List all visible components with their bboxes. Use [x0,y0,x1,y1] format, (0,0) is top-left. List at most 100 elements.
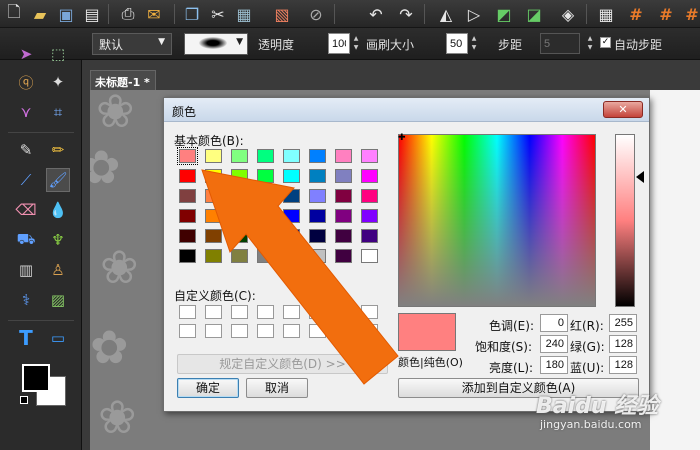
ok-button[interactable]: 确定 [177,378,239,398]
color-spectrum[interactable] [398,134,596,307]
warp-icon[interactable]: ◩ [492,2,516,26]
stamp-icon[interactable]: ♙ [46,258,70,282]
basic-color-swatch[interactable] [257,149,274,163]
basic-color-swatch[interactable] [309,249,326,263]
brush-icon[interactable]: 🖌 [46,168,70,192]
preset-select[interactable]: 默认 ▼ [92,33,172,55]
custom-color-swatch[interactable] [257,324,274,338]
grid-icon[interactable]: ▦ [594,2,618,26]
basic-color-swatch[interactable] [283,189,300,203]
layer-icon[interactable]: ▦ [232,2,256,26]
blur-drop-icon[interactable]: 💧 [46,198,70,222]
luminance-slider[interactable] [615,134,635,307]
blue-input[interactable] [609,356,637,374]
hash-icon[interactable]: # [654,2,678,26]
basic-color-swatch[interactable] [283,209,300,223]
select-pointer-icon[interactable]: ➤ [14,42,38,66]
luminance-arrow-icon[interactable] [636,171,644,183]
basic-color-swatch[interactable] [257,249,274,263]
text-tool-icon[interactable]: T [14,326,38,350]
eraser-icon[interactable]: ⌫ [14,198,38,222]
green-input[interactable] [609,335,637,353]
dialog-titlebar[interactable]: 颜色 ✕ [164,98,649,122]
custom-color-swatch[interactable] [335,305,352,319]
hue-input[interactable] [540,314,568,332]
reset-colors-icon[interactable] [20,396,28,404]
basic-color-swatch[interactable] [257,229,274,243]
basic-color-swatch[interactable] [283,169,300,183]
basic-color-swatch[interactable] [231,149,248,163]
basic-color-swatch[interactable] [335,249,352,263]
basic-color-swatch[interactable] [257,209,274,223]
basic-color-swatch[interactable] [283,229,300,243]
basic-color-swatch[interactable] [361,189,378,203]
basic-color-swatch[interactable] [205,149,222,163]
copy-icon[interactable]: ❐ [180,2,204,26]
opacity-input[interactable] [328,33,350,54]
basic-color-swatch[interactable] [205,209,222,223]
custom-color-swatch[interactable] [205,305,222,319]
sharpen-icon[interactable]: ♆ [46,228,70,252]
magic-wand-icon[interactable]: ✦ [46,70,70,94]
basic-color-swatch[interactable] [231,229,248,243]
basic-color-swatch[interactable] [177,147,198,165]
basic-color-swatch[interactable] [179,229,196,243]
basic-color-swatch[interactable] [179,249,196,263]
basic-color-swatch[interactable] [283,149,300,163]
custom-color-swatch[interactable] [257,305,274,319]
basic-color-swatch[interactable] [179,169,196,183]
rotate-icon[interactable]: ▷ [462,2,486,26]
basic-color-swatch[interactable] [179,209,196,223]
custom-color-swatch[interactable] [179,305,196,319]
saturation-input[interactable] [540,335,568,353]
cancel-button[interactable]: 取消 [246,378,308,398]
basic-color-swatch[interactable] [179,189,196,203]
basic-color-swatch[interactable] [283,249,300,263]
open-folder-icon[interactable]: ▰ [28,2,52,26]
save-icon[interactable]: ▣ [54,2,78,26]
basic-color-swatch[interactable] [257,169,274,183]
brush-size-input[interactable] [446,33,468,54]
basic-color-swatch[interactable] [361,229,378,243]
basic-color-swatch[interactable] [309,209,326,223]
line-icon[interactable]: ⟋ [14,168,38,192]
step-input[interactable] [540,33,580,54]
lasso-icon[interactable]: ⓠ [14,70,38,94]
print-icon[interactable]: ⎙ [116,2,140,26]
auto-step-checkbox[interactable]: ✓ [600,37,611,48]
basic-color-swatch[interactable] [309,169,326,183]
new-file-icon[interactable]: 🗋 [2,2,26,26]
brush-shape-select[interactable]: ▼ [184,33,248,55]
eyedropper-icon[interactable]: ✎ [14,138,38,162]
opacity-stepper[interactable]: ▲ ▼ [352,34,360,54]
brush-shape-icon[interactable]: ◈ [556,2,580,26]
custom-color-swatch[interactable] [309,305,326,319]
basic-color-swatch[interactable] [335,229,352,243]
luminance-input[interactable] [540,356,568,374]
paint-bucket-icon[interactable]: ⛟ [14,228,38,252]
custom-color-swatch[interactable] [361,324,378,338]
red-input[interactable] [609,314,637,332]
undo-icon[interactable]: ↶ [364,2,388,26]
cut-icon[interactable]: ✂ [206,2,230,26]
basic-color-swatch[interactable] [231,249,248,263]
save-as-icon[interactable]: ▤ [80,2,104,26]
document-tab[interactable]: 未标题-1 * [90,70,156,90]
redo-icon[interactable]: ↷ [394,2,418,26]
crop-icon[interactable]: ⌗ [46,100,70,124]
basic-color-swatch[interactable] [205,189,222,203]
shape-select-icon[interactable]: ⋎ [14,100,38,124]
basic-color-swatch[interactable] [361,149,378,163]
hash-icon[interactable]: # [680,2,700,26]
pencil-icon[interactable]: ✏ [46,138,70,162]
gradient-icon[interactable]: ▥ [14,258,38,282]
brush-size-stepper[interactable]: ▲ ▼ [470,34,478,54]
email-icon[interactable]: ✉ [142,2,166,26]
basic-color-swatch[interactable] [335,169,352,183]
custom-color-swatch[interactable] [179,324,196,338]
basic-color-swatch[interactable] [231,209,248,223]
clear-icon[interactable]: ⊘ [304,2,328,26]
basic-color-swatch[interactable] [309,149,326,163]
step-stepper[interactable]: ▲ ▼ [586,34,594,54]
basic-color-swatch[interactable] [257,189,274,203]
